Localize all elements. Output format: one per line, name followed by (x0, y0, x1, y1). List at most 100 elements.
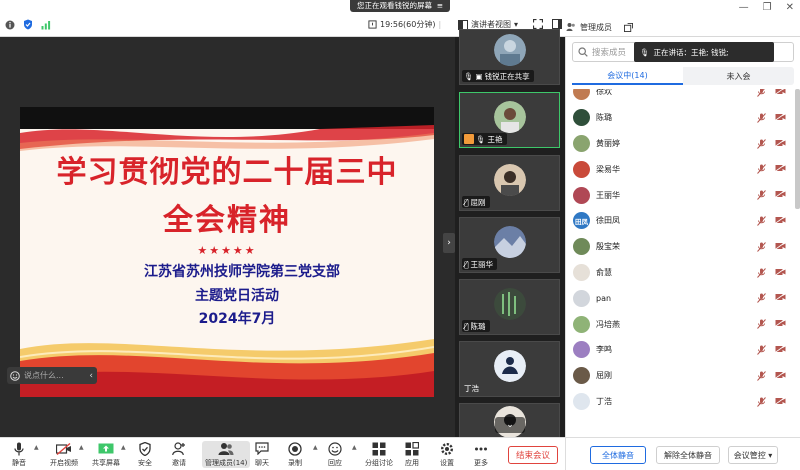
member-name: 徐田凤 (596, 216, 620, 226)
chevron-up-icon[interactable]: ▲ (352, 444, 357, 451)
slide-title-line2: 全会精神 (163, 203, 291, 238)
toolbar-button[interactable]: 分组讨论 (365, 441, 393, 468)
member-row[interactable]: 李鸣 (566, 337, 794, 363)
window-controls: — ❐ ✕ (739, 2, 794, 13)
toolbar-button[interactable]: 应用 (405, 441, 419, 468)
toolbar-button[interactable]: 聊天 (255, 441, 269, 468)
camera-off-icon[interactable] (774, 112, 786, 124)
mic-muted-icon[interactable] (757, 319, 766, 332)
participant-avatar (494, 288, 526, 320)
toolbar-button[interactable]: 共享屏幕 (92, 441, 120, 468)
avatar (573, 367, 590, 385)
camera-off-icon[interactable] (774, 293, 786, 304)
member-row[interactable]: 俞慧 (566, 260, 794, 286)
video-tile[interactable]: 🎙 王艳 (459, 92, 560, 148)
mic-muted-icon[interactable] (757, 89, 766, 100)
strip-scroll-down[interactable]: ⌄ (495, 417, 525, 433)
camera-off-icon[interactable] (774, 138, 786, 150)
shared-screen-area: 学习贯彻党的二十届三中 全会精神 ★★★★★ 江苏省苏州技师学院第三党支部 主题… (0, 37, 455, 437)
camera-off-icon[interactable] (774, 241, 786, 253)
fullscreen-icon[interactable] (533, 19, 543, 29)
expand-strip-button[interactable]: › (443, 233, 455, 253)
video-tile[interactable]: 🎙̸ 陈璐 (459, 279, 560, 335)
toolbar-button-label: 开启视频 (50, 459, 78, 467)
toolbar-button[interactable]: 录制 (288, 441, 302, 468)
chat-input[interactable]: 说点什么... ‹ (7, 367, 97, 384)
divider: | (438, 20, 442, 29)
camera-off-icon[interactable] (774, 164, 786, 175)
member-row[interactable]: 梁易华 (566, 156, 794, 182)
mic-muted-icon[interactable] (757, 164, 766, 177)
mute-all-button[interactable]: 全体静音 (590, 446, 646, 464)
camera-off-icon[interactable] (774, 216, 786, 227)
camera-off-icon[interactable] (774, 345, 786, 356)
camera-off-icon[interactable] (774, 319, 786, 330)
layout-panel-icon[interactable] (552, 19, 562, 29)
tab-in-meeting[interactable]: 会议中(14) (572, 67, 683, 85)
video-tile[interactable]: 丁浩 (459, 341, 560, 397)
member-row[interactable]: 田凤 徐田凤 (566, 208, 794, 234)
chevron-up-icon[interactable]: ▲ (34, 444, 39, 451)
avatar (573, 89, 590, 101)
toolbar-button[interactable]: 安全 (138, 441, 152, 468)
toolbar-button[interactable]: 设置 (440, 441, 454, 468)
camera-off-icon[interactable] (774, 89, 786, 98)
member-row[interactable]: 徐欢 (566, 89, 794, 105)
member-row[interactable]: 丁浩 (566, 389, 794, 415)
chevron-up-icon[interactable]: ▲ (313, 444, 318, 451)
toolbar-button[interactable]: 邀请 (172, 441, 186, 468)
member-row[interactable]: 陈璐 (566, 105, 794, 131)
member-row[interactable]: 冯培燕 (566, 311, 794, 337)
mic-muted-icon[interactable] (757, 345, 766, 358)
camera-off-icon[interactable] (774, 267, 786, 279)
restore-icon[interactable]: ❐ (763, 2, 772, 13)
close-icon[interactable]: ✕ (786, 2, 794, 13)
tab-not-joined[interactable]: 未入会 (683, 67, 794, 85)
toolbar-button-label: 设置 (440, 459, 454, 467)
video-tile[interactable]: 🎙 ▣ 钱锐正在共享 (459, 29, 560, 85)
record-icon (288, 441, 302, 456)
mic-muted-icon[interactable] (757, 138, 766, 152)
toolbar-button[interactable]: 开启视频 (50, 441, 78, 468)
sharing-banner[interactable]: 您正在观看钱锐的屏幕 ≡ (350, 0, 450, 12)
chevron-up-icon[interactable]: ▲ (121, 444, 126, 451)
minimize-icon[interactable]: — (739, 2, 749, 13)
end-meeting-button[interactable]: 结束会议 (508, 446, 558, 464)
mic-muted-icon[interactable] (757, 293, 766, 306)
slide-subtitle-line1: 江苏省苏州技师学院第三党支部 (144, 264, 340, 280)
mic-muted-icon[interactable] (757, 267, 766, 281)
video-tile[interactable]: 🎙̸ 屈刚 (459, 155, 560, 211)
emoji-icon[interactable] (10, 370, 20, 381)
shield-check-icon[interactable] (23, 19, 33, 30)
toolbar-button[interactable]: 回应 (328, 441, 342, 468)
member-row[interactable]: 屈刚 (566, 363, 794, 389)
mic-muted-icon[interactable] (757, 370, 766, 384)
camera-off-icon[interactable] (774, 370, 786, 382)
video-tile[interactable]: 🎙̸ 王丽华 (459, 217, 560, 273)
camera-off-icon[interactable] (774, 190, 786, 201)
mic-muted-icon[interactable] (757, 216, 766, 229)
member-row[interactable]: 黄丽婷 (566, 131, 794, 157)
meeting-control-button[interactable]: 会议管控 ▾ (728, 446, 778, 464)
menu-icon[interactable]: ≡ (434, 1, 443, 10)
toolbar-button[interactable]: 静音 (12, 441, 26, 468)
member-row[interactable]: pan (566, 285, 794, 311)
toolbar-button[interactable]: 管理成员(14) (202, 441, 251, 468)
member-list: 徐欢 陈璐 黄丽婷 梁易华 王丽华 田凤 徐田凤 殷宝荣 俞慧 pan 冯培燕 李鸣 屈刚 丁浩 (566, 89, 794, 427)
toolbar-button[interactable]: 更多 (474, 441, 488, 468)
member-row[interactable]: 王丽华 (566, 182, 794, 208)
unmute-all-button[interactable]: 解除全体静音 (656, 446, 720, 464)
chevron-down-icon: ▾ (765, 450, 773, 460)
info-icon[interactable] (5, 20, 15, 30)
member-row[interactable]: 殷宝荣 (566, 234, 794, 260)
mic-muted-icon[interactable] (757, 112, 766, 126)
mic-muted-icon[interactable] (757, 396, 766, 410)
member-list-scrollbar[interactable] (795, 89, 800, 209)
chevron-up-icon[interactable]: ▲ (79, 444, 84, 451)
chevron-left-icon[interactable]: ‹ (89, 371, 93, 381)
camera-off-icon[interactable] (774, 396, 786, 408)
popout-icon[interactable] (624, 22, 633, 32)
signal-icon[interactable] (41, 20, 51, 30)
mic-muted-icon[interactable] (757, 241, 766, 255)
mic-muted-icon[interactable] (757, 190, 766, 203)
